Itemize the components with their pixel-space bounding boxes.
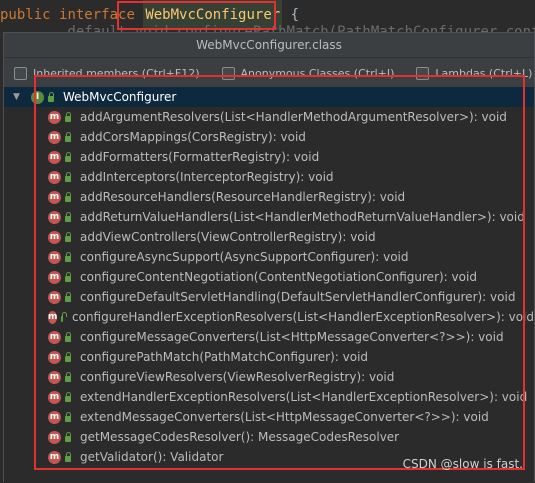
filter-inherited-members[interactable]: Inherited members (Ctrl+F12) [14, 66, 200, 80]
expand-arrow-icon[interactable]: ▼ [13, 92, 23, 102]
public-lock-icon [65, 332, 71, 342]
method-row[interactable]: m addCorsMappings(CorsRegistry): void [4, 127, 534, 147]
interface-icon: I [31, 90, 44, 104]
method-icon: m [48, 310, 58, 324]
root-label: WebMvcConfigurer [63, 90, 177, 104]
method-row[interactable]: m addResourceHandlers(ResourceHandlerRegi… [4, 187, 534, 207]
public-lock-icon [65, 432, 71, 442]
filter-label: Anonymous Classes (Ctrl+I) [240, 66, 395, 80]
popup-title: WebMvcConfigurer.class [4, 33, 534, 58]
method-row[interactable]: m configureAsyncSupport(AsyncSupportConfi… [4, 247, 534, 267]
method-icon: m [48, 150, 61, 164]
method-row[interactable]: m addInterceptors(InterceptorRegistry): v… [4, 167, 534, 187]
file-structure-popup: WebMvcConfigurer.class Inherited members… [3, 32, 535, 483]
method-icon: m [48, 130, 61, 144]
method-row[interactable]: m configureDefaultServletHandling(Default… [4, 287, 534, 307]
method-label: addInterceptors(InterceptorRegistry): vo… [80, 170, 334, 184]
method-row[interactable]: m configureViewResolvers(ViewResolverRegi… [4, 367, 534, 387]
public-lock-icon [65, 352, 71, 362]
method-icon: m [48, 250, 61, 264]
method-label: getMessageCodesResolver(): MessageCodesR… [80, 430, 400, 444]
public-lock-icon [65, 132, 71, 142]
public-lock-icon [65, 212, 71, 222]
lambdas-checkbox[interactable] [416, 66, 430, 80]
public-lock-icon [65, 372, 71, 382]
anonymous-classes-checkbox[interactable] [221, 66, 235, 80]
method-label: addResourceHandlers(ResourceHandlerRegis… [80, 190, 406, 204]
public-lock-icon [65, 412, 71, 422]
public-lock-icon [65, 192, 71, 202]
method-label: getValidator(): Validator [80, 450, 224, 464]
open-brace: { [290, 7, 300, 23]
public-lock-icon [65, 172, 71, 182]
method-row[interactable]: m extendMessageConverters(List<HttpMessag… [4, 407, 534, 427]
method-row[interactable]: m configureHandlerExceptionResolvers(List… [4, 307, 534, 327]
method-row[interactable]: m addReturnValueHandlers(List<HandlerMeth… [4, 207, 534, 227]
method-icon: m [48, 210, 61, 224]
method-label: addCorsMappings(CorsRegistry): void [80, 130, 306, 144]
method-icon: m [48, 170, 61, 184]
filter-label: Inherited members (Ctrl+F12) [33, 66, 200, 80]
public-lock-icon [65, 152, 71, 162]
public-lock-icon [65, 112, 71, 122]
filter-label: Lambdas (Ctrl+L) [435, 66, 533, 80]
method-label: configureViewResolvers(ViewResolverRegis… [80, 370, 395, 384]
method-label: configureAsyncSupport(AsyncSupportConfig… [80, 250, 409, 264]
method-icon: m [48, 430, 61, 444]
method-icon: m [48, 390, 61, 404]
public-lock-icon [65, 232, 71, 242]
method-label: configureHandlerExceptionResolvers(List<… [72, 310, 534, 324]
method-icon: m [48, 450, 61, 464]
method-row[interactable]: m configureContentNegotiation(ContentNego… [4, 267, 534, 287]
method-icon: m [48, 110, 61, 124]
structure-tree: ▼ I WebMvcConfigurer m addArgumentResolve… [4, 87, 534, 483]
method-row[interactable]: m configureMessageConverters(List<HttpMes… [4, 327, 534, 347]
method-label: configureMessageConverters(List<HttpMess… [80, 330, 504, 344]
public-lock-icon [48, 92, 54, 102]
inherited-members-checkbox[interactable] [14, 66, 27, 80]
method-row[interactable]: m addFormatters(FormatterRegistry): void [4, 147, 534, 167]
method-row[interactable]: m getMessageCodesResolver(): MessageCodes… [4, 427, 534, 447]
method-icon: m [48, 190, 61, 204]
method-row[interactable]: m configurePathMatch(PathMatchConfigurer)… [4, 347, 534, 367]
method-icon: m [48, 330, 61, 344]
method-label: configureDefaultServletHandling(DefaultS… [80, 290, 516, 304]
public-lock-icon [65, 392, 71, 402]
method-icon: m [48, 350, 61, 364]
method-label: addFormatters(FormatterRegistry): void [80, 150, 320, 164]
watermark: CSDN @slow is fast. [402, 457, 523, 471]
method-row[interactable]: m addArgumentResolvers(List<HandlerMethod… [4, 107, 534, 127]
public-lock-icon [65, 272, 71, 282]
public-lock-icon [61, 312, 67, 322]
filter-bar: Inherited members (Ctrl+F12) Anonymous C… [4, 58, 534, 88]
method-label: addArgumentResolvers(List<HandlerMethodA… [80, 110, 507, 124]
public-lock-icon [65, 292, 71, 302]
method-icon: m [48, 410, 61, 424]
keyword-public: public [0, 7, 51, 23]
method-icon: m [48, 370, 61, 384]
method-icon: m [48, 270, 61, 284]
method-row[interactable]: m addViewControllers(ViewControllerRegist… [4, 227, 534, 247]
public-lock-icon [65, 252, 71, 262]
filter-lambdas[interactable]: Lambdas (Ctrl+L) [416, 66, 533, 80]
method-icon: m [48, 290, 61, 304]
public-lock-icon [65, 452, 71, 462]
tree-root-row[interactable]: ▼ I WebMvcConfigurer [4, 87, 534, 107]
method-label: extendMessageConverters(List<HttpMessage… [80, 410, 489, 424]
method-label: extendHandlerExceptionResolvers(List<Han… [80, 390, 528, 404]
method-label: addViewControllers(ViewControllerRegistr… [80, 230, 376, 244]
highlight-box-class-name [117, 1, 276, 30]
method-label: configureContentNegotiation(ContentNegot… [80, 270, 477, 284]
method-label: configurePathMatch(PathMatchConfigurer):… [80, 350, 369, 364]
method-icon: m [48, 230, 61, 244]
method-label: addReturnValueHandlers(List<HandlerMetho… [80, 210, 525, 224]
method-row[interactable]: m extendHandlerExceptionResolvers(List<Ha… [4, 387, 534, 407]
filter-anonymous-classes[interactable]: Anonymous Classes (Ctrl+I) [221, 66, 395, 80]
